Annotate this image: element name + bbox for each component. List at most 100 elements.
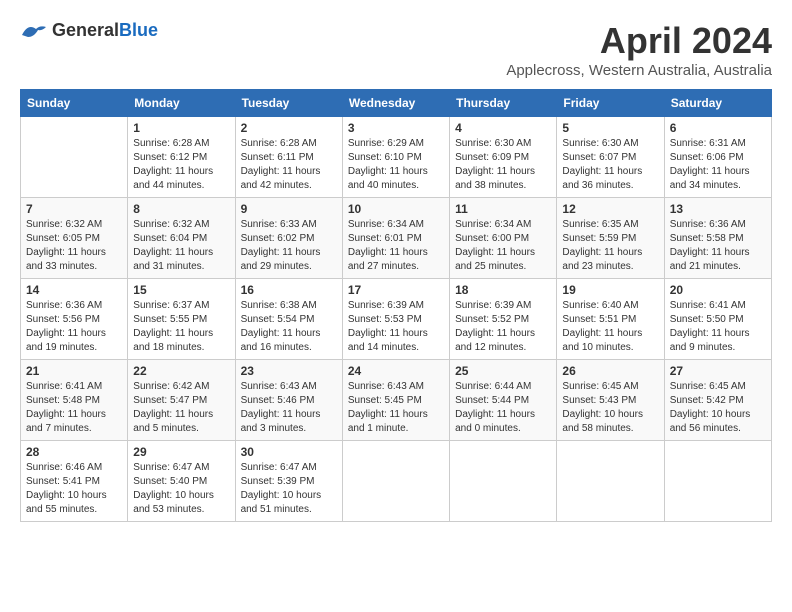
day-number: 7 [26,202,122,216]
day-number: 15 [133,283,229,297]
day-number: 5 [562,121,658,135]
day-number: 1 [133,121,229,135]
day-number: 16 [241,283,337,297]
day-info: Sunrise: 6:35 AM Sunset: 5:59 PM Dayligh… [562,218,658,274]
day-number: 10 [348,202,444,216]
day-number: 23 [241,364,337,378]
day-number: 6 [670,121,766,135]
day-info: Sunrise: 6:33 AM Sunset: 6:02 PM Dayligh… [241,218,337,274]
day-info: Sunrise: 6:28 AM Sunset: 6:12 PM Dayligh… [133,137,229,193]
day-number: 17 [348,283,444,297]
day-number: 9 [241,202,337,216]
day-info: Sunrise: 6:38 AM Sunset: 5:54 PM Dayligh… [241,299,337,355]
calendar-cell: 10 Sunrise: 6:34 AM Sunset: 6:01 PM Dayli… [342,198,449,279]
day-info: Sunrise: 6:46 AM Sunset: 5:41 PM Dayligh… [26,461,122,517]
day-number: 30 [241,445,337,459]
calendar-cell: 21 Sunrise: 6:41 AM Sunset: 5:48 PM Dayli… [21,360,128,441]
calendar-cell: 18Sunrise: 6:39 AM Sunset: 5:52 PM Dayli… [450,279,557,360]
day-info: Sunrise: 6:34 AM Sunset: 6:01 PM Dayligh… [348,218,444,274]
day-number: 2 [241,121,337,135]
day-info: Sunrise: 6:43 AM Sunset: 5:45 PM Dayligh… [348,380,444,436]
calendar-cell [664,441,771,522]
calendar-cell: 19Sunrise: 6:40 AM Sunset: 5:51 PM Dayli… [557,279,664,360]
day-number: 20 [670,283,766,297]
day-info: Sunrise: 6:39 AM Sunset: 5:53 PM Dayligh… [348,299,444,355]
calendar-week-1: 7 Sunrise: 6:32 AM Sunset: 6:05 PM Daylig… [21,198,772,279]
location-subtitle: Applecross, Western Australia, Australia [506,62,772,79]
day-info: Sunrise: 6:45 AM Sunset: 5:43 PM Dayligh… [562,380,658,436]
calendar-week-2: 14 Sunrise: 6:36 AM Sunset: 5:56 PM Dayli… [21,279,772,360]
header-monday: Monday [128,90,235,117]
calendar-cell: 6 Sunrise: 6:31 AM Sunset: 6:06 PM Daylig… [664,117,771,198]
calendar-cell: 23 Sunrise: 6:43 AM Sunset: 5:46 PM Dayli… [235,360,342,441]
logo-general: General [52,20,119,40]
header-tuesday: Tuesday [235,90,342,117]
calendar-week-0: 1 Sunrise: 6:28 AM Sunset: 6:12 PM Daylig… [21,117,772,198]
calendar-cell: 28 Sunrise: 6:46 AM Sunset: 5:41 PM Dayli… [21,441,128,522]
header: GeneralBlue April 2024 Applecross, Weste… [20,20,772,79]
day-info: Sunrise: 6:36 AM Sunset: 5:56 PM Dayligh… [26,299,122,355]
calendar-cell: 1 Sunrise: 6:28 AM Sunset: 6:12 PM Daylig… [128,117,235,198]
header-saturday: Saturday [664,90,771,117]
logo-blue: Blue [119,20,158,40]
header-thursday: Thursday [450,90,557,117]
day-info: Sunrise: 6:34 AM Sunset: 6:00 PM Dayligh… [455,218,551,274]
day-number: 29 [133,445,229,459]
day-number: 8 [133,202,229,216]
calendar-cell: 12Sunrise: 6:35 AM Sunset: 5:59 PM Dayli… [557,198,664,279]
logo: GeneralBlue [20,20,158,41]
day-info: Sunrise: 6:47 AM Sunset: 5:40 PM Dayligh… [133,461,229,517]
calendar-cell [342,441,449,522]
day-number: 3 [348,121,444,135]
calendar-cell: 8 Sunrise: 6:32 AM Sunset: 6:04 PM Daylig… [128,198,235,279]
calendar-cell: 3 Sunrise: 6:29 AM Sunset: 6:10 PM Daylig… [342,117,449,198]
calendar-cell: 9 Sunrise: 6:33 AM Sunset: 6:02 PM Daylig… [235,198,342,279]
calendar-cell: 26 Sunrise: 6:45 AM Sunset: 5:43 PM Dayli… [557,360,664,441]
day-number: 4 [455,121,551,135]
day-info: Sunrise: 6:47 AM Sunset: 5:39 PM Dayligh… [241,461,337,517]
calendar-table: SundayMondayTuesdayWednesdayThursdayFrid… [20,89,772,522]
day-info: Sunrise: 6:45 AM Sunset: 5:42 PM Dayligh… [670,380,766,436]
calendar-cell: 15 Sunrise: 6:37 AM Sunset: 5:55 PM Dayli… [128,279,235,360]
calendar-cell: 29 Sunrise: 6:47 AM Sunset: 5:40 PM Dayli… [128,441,235,522]
day-info: Sunrise: 6:41 AM Sunset: 5:48 PM Dayligh… [26,380,122,436]
calendar-cell [557,441,664,522]
calendar-cell: 4 Sunrise: 6:30 AM Sunset: 6:09 PM Daylig… [450,117,557,198]
day-number: 28 [26,445,122,459]
calendar-cell: 25Sunrise: 6:44 AM Sunset: 5:44 PM Dayli… [450,360,557,441]
calendar-cell: 22Sunrise: 6:42 AM Sunset: 5:47 PM Dayli… [128,360,235,441]
day-number: 13 [670,202,766,216]
day-number: 14 [26,283,122,297]
day-number: 21 [26,364,122,378]
day-info: Sunrise: 6:31 AM Sunset: 6:06 PM Dayligh… [670,137,766,193]
calendar-cell: 27 Sunrise: 6:45 AM Sunset: 5:42 PM Dayli… [664,360,771,441]
day-number: 11 [455,202,551,216]
month-title: April 2024 [506,20,772,62]
calendar-cell: 24Sunrise: 6:43 AM Sunset: 5:45 PM Dayli… [342,360,449,441]
day-number: 27 [670,364,766,378]
header-friday: Friday [557,90,664,117]
header-sunday: Sunday [21,90,128,117]
day-info: Sunrise: 6:40 AM Sunset: 5:51 PM Dayligh… [562,299,658,355]
calendar-cell: 17 Sunrise: 6:39 AM Sunset: 5:53 PM Dayli… [342,279,449,360]
day-info: Sunrise: 6:37 AM Sunset: 5:55 PM Dayligh… [133,299,229,355]
day-info: Sunrise: 6:39 AM Sunset: 5:52 PM Dayligh… [455,299,551,355]
day-info: Sunrise: 6:30 AM Sunset: 6:09 PM Dayligh… [455,137,551,193]
calendar-cell [21,117,128,198]
day-number: 26 [562,364,658,378]
header-wednesday: Wednesday [342,90,449,117]
title-area: April 2024 Applecross, Western Australia… [506,20,772,79]
day-info: Sunrise: 6:32 AM Sunset: 6:05 PM Dayligh… [26,218,122,274]
day-info: Sunrise: 6:36 AM Sunset: 5:58 PM Dayligh… [670,218,766,274]
day-info: Sunrise: 6:42 AM Sunset: 5:47 PM Dayligh… [133,380,229,436]
day-info: Sunrise: 6:29 AM Sunset: 6:10 PM Dayligh… [348,137,444,193]
day-info: Sunrise: 6:30 AM Sunset: 6:07 PM Dayligh… [562,137,658,193]
logo-icon [20,21,48,41]
calendar-cell: 2Sunrise: 6:28 AM Sunset: 6:11 PM Daylig… [235,117,342,198]
calendar-cell: 30 Sunrise: 6:47 AM Sunset: 5:39 PM Dayli… [235,441,342,522]
calendar-cell: 11 Sunrise: 6:34 AM Sunset: 6:00 PM Dayli… [450,198,557,279]
day-info: Sunrise: 6:41 AM Sunset: 5:50 PM Dayligh… [670,299,766,355]
day-info: Sunrise: 6:32 AM Sunset: 6:04 PM Dayligh… [133,218,229,274]
day-info: Sunrise: 6:43 AM Sunset: 5:46 PM Dayligh… [241,380,337,436]
calendar-week-4: 28 Sunrise: 6:46 AM Sunset: 5:41 PM Dayli… [21,441,772,522]
